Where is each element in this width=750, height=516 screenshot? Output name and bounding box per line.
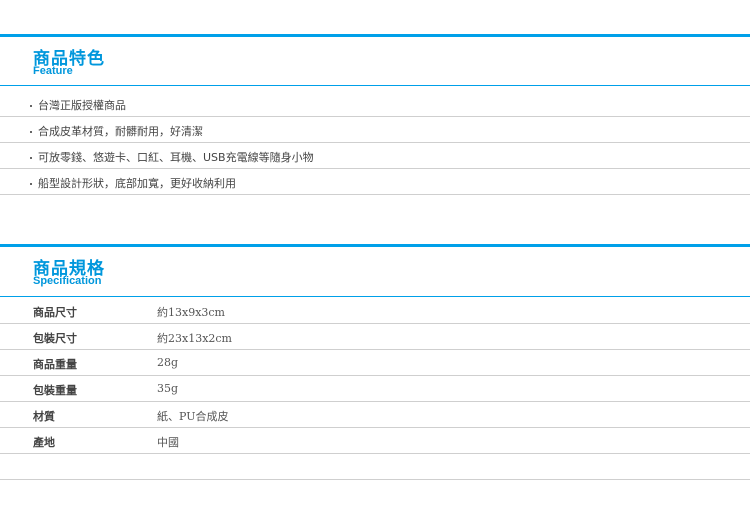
bullet-icon [30, 183, 32, 185]
spec-row: 包裝重量 35g [0, 376, 750, 402]
spec-label: 材質 [33, 410, 55, 423]
feature-top-divider [0, 34, 750, 37]
feature-item-text: 船型設計形狀，底部加寬，更好收納利用 [38, 177, 236, 190]
bullet-icon [30, 157, 32, 159]
spec-subtitle: Specification [33, 275, 102, 287]
spec-header-divider [0, 296, 750, 297]
spec-row-empty [0, 454, 750, 480]
spec-top-divider [0, 244, 750, 247]
spec-row: 產地 中國 [0, 428, 750, 454]
spec-value: 35g [157, 382, 179, 395]
spec-row: 包裝尺寸 約23x13x2cm [0, 324, 750, 350]
spec-value: 28g [157, 356, 179, 369]
bullet-icon [30, 105, 32, 107]
spec-label: 包裝重量 [33, 384, 77, 397]
feature-item-text: 合成皮革材質，耐髒耐用，好清潔 [38, 125, 203, 138]
feature-item: 船型設計形狀，底部加寬，更好收納利用 [0, 169, 750, 195]
spec-label: 包裝尺寸 [33, 332, 77, 345]
spec-row: 商品重量 28g [0, 350, 750, 376]
spec-value: 紙、PU合成皮 [157, 410, 229, 423]
feature-header-divider [0, 85, 750, 86]
spec-row: 材質 紙、PU合成皮 [0, 402, 750, 428]
spec-row: 商品尺寸 約13x9x3cm [0, 298, 750, 324]
spec-label: 商品重量 [33, 358, 77, 371]
feature-item-text: 可放零錢、悠遊卡、口紅、耳機、USB充電線等隨身小物 [38, 151, 314, 164]
feature-item: 台灣正版授權商品 [0, 91, 750, 117]
spec-value: 中國 [157, 436, 179, 449]
bullet-icon [30, 131, 32, 133]
spec-value: 約23x13x2cm [157, 332, 232, 345]
feature-item-text: 台灣正版授權商品 [38, 99, 126, 112]
spec-label: 商品尺寸 [33, 306, 77, 319]
feature-item: 可放零錢、悠遊卡、口紅、耳機、USB充電線等隨身小物 [0, 143, 750, 169]
spec-value: 約13x9x3cm [157, 306, 225, 319]
feature-item: 合成皮革材質，耐髒耐用，好清潔 [0, 117, 750, 143]
feature-subtitle: Feature [33, 65, 73, 77]
spec-label: 產地 [33, 436, 55, 449]
